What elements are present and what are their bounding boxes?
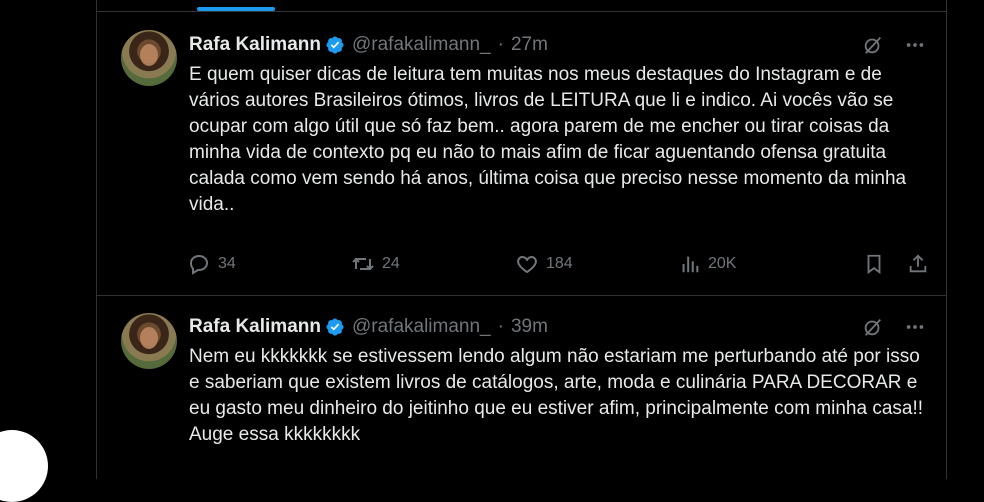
avatar[interactable] <box>121 30 177 86</box>
retweet-icon <box>352 257 374 271</box>
author-name[interactable]: Rafa Kalimann <box>189 34 321 56</box>
floating-circle <box>0 430 48 502</box>
tweet[interactable]: Rafa Kalimann @rafakalimann_ · 27m E que… <box>97 12 946 296</box>
views-count: 20K <box>708 255 737 272</box>
avatar[interactable] <box>121 313 177 369</box>
grok-icon[interactable] <box>862 316 884 338</box>
tweet-header: Rafa Kalimann @rafakalimann_ · 27m <box>189 32 926 58</box>
like-count: 184 <box>546 255 573 272</box>
separator-dot: · <box>497 34 504 55</box>
author-handle[interactable]: @rafakalimann_ <box>352 316 491 338</box>
tweet-timestamp[interactable]: 39m <box>511 316 548 338</box>
tweet-action-bar: 34 24 184 20K <box>187 249 929 279</box>
bookmark-icon[interactable] <box>863 253 885 275</box>
reply-icon <box>189 254 209 275</box>
more-icon[interactable] <box>904 316 926 338</box>
retweet-button[interactable]: 24 <box>351 252 515 276</box>
grok-icon[interactable] <box>862 34 884 56</box>
like-button[interactable]: 184 <box>515 252 679 276</box>
retweet-count: 24 <box>382 255 400 272</box>
like-icon <box>517 255 537 274</box>
tweet-text: Nem eu kkkkkkk se estivessem lendo algum… <box>189 346 924 445</box>
views-icon <box>682 256 699 273</box>
tweet-timestamp[interactable]: 27m <box>511 34 548 56</box>
reply-count: 34 <box>218 255 236 272</box>
author-handle[interactable]: @rafakalimann_ <box>352 34 491 56</box>
tweet[interactable]: Rafa Kalimann @rafakalimann_ · 39m Nem e… <box>97 296 946 479</box>
views-button[interactable]: 20K <box>679 253 847 275</box>
tweet-text: E quem quiser dicas de leitura tem muita… <box>189 64 907 215</box>
share-icon[interactable] <box>907 253 929 275</box>
verified-badge-icon <box>326 318 344 336</box>
timeline-column: Rafa Kalimann @rafakalimann_ · 27m E que… <box>96 0 947 479</box>
separator-dot: · <box>497 316 504 337</box>
verified-badge-icon <box>326 36 344 54</box>
reply-button[interactable]: 34 <box>187 252 351 276</box>
tweet-header: Rafa Kalimann @rafakalimann_ · 39m <box>189 314 926 340</box>
more-icon[interactable] <box>904 34 926 56</box>
author-name[interactable]: Rafa Kalimann <box>189 316 321 338</box>
